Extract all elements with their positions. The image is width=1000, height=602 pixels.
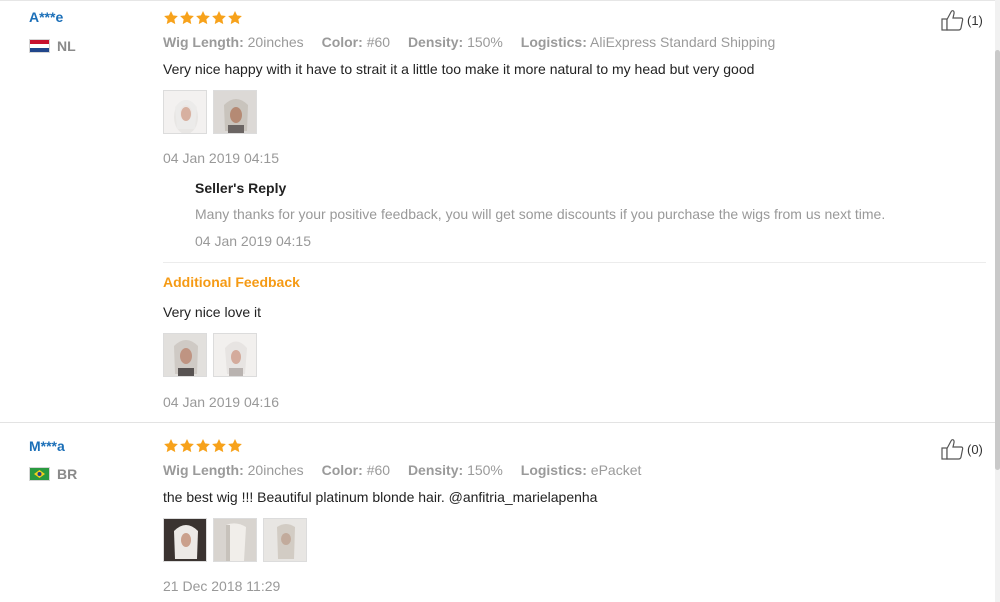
divider [163, 262, 986, 263]
top-divider [0, 0, 995, 1]
star-icon [164, 439, 178, 453]
star-icon [212, 439, 226, 453]
star-icon [212, 11, 226, 25]
helpful-button[interactable]: (1) [941, 9, 983, 31]
star-icon [196, 439, 210, 453]
review-photo-thumbnail[interactable] [213, 90, 257, 134]
attr-label: Color: [321, 462, 363, 478]
thumbs-up-icon [941, 10, 964, 31]
attr-label: Wig Length: [163, 462, 244, 478]
thumbs-up-icon [941, 439, 964, 460]
star-icon [196, 11, 210, 25]
star-icon [180, 439, 194, 453]
seller-reply-heading: Seller's Reply [195, 180, 287, 196]
review-divider [0, 422, 995, 423]
helpful-button[interactable]: (0) [941, 438, 983, 460]
review-date: 21 Dec 2018 11:29 [163, 578, 281, 594]
attr-value: ePacket [590, 462, 642, 478]
helpful-count: (0) [967, 441, 983, 457]
review-photo-thumbnail[interactable] [163, 90, 207, 134]
review-photo-thumbnail[interactable] [213, 518, 257, 562]
additional-feedback-heading: Additional Feedback [163, 274, 300, 290]
review-photos [163, 90, 263, 134]
star-rating [163, 10, 243, 27]
review-text: Very nice happy with it have to strait i… [163, 61, 755, 77]
attr-value: 20inches [247, 462, 304, 478]
additional-feedback-text: Very nice love it [163, 304, 262, 320]
attr-value: #60 [366, 34, 391, 50]
attr-label: Color: [321, 34, 363, 50]
star-icon [228, 439, 242, 453]
attr-label: Density: [407, 462, 464, 478]
attr-label: Logistics: [520, 34, 587, 50]
star-icon [164, 11, 178, 25]
attr-value: AliExpress Standard Shipping [590, 34, 776, 50]
star-icon [180, 11, 194, 25]
seller-reply-date: 04 Jan 2019 04:15 [195, 233, 311, 249]
helpful-count: (1) [967, 12, 983, 28]
attr-label: Logistics: [520, 462, 587, 478]
additional-feedback-photos [163, 333, 263, 377]
netherlands-flag-icon [29, 39, 50, 53]
brazil-flag-icon [29, 467, 50, 481]
seller-reply-text: Many thanks for your positive feedback, … [195, 206, 886, 222]
order-attributes: Wig Length: 20inches Color: #60 Density:… [163, 462, 655, 478]
attr-label: Density: [407, 34, 464, 50]
star-icon [228, 11, 242, 25]
order-attributes: Wig Length: 20inches Color: #60 Density:… [163, 34, 789, 50]
review-photos [163, 518, 313, 562]
reviewer-name[interactable]: M***a [29, 438, 65, 454]
review-date: 04 Jan 2019 04:15 [163, 150, 279, 166]
review-text: the best wig !!! Beautiful platinum blon… [163, 489, 598, 505]
attr-value: #60 [366, 462, 391, 478]
attr-value: 150% [467, 34, 503, 50]
attr-label: Wig Length: [163, 34, 244, 50]
reviewer-name[interactable]: A***e [29, 9, 63, 25]
attr-value: 150% [467, 462, 503, 478]
star-rating [163, 438, 243, 455]
attr-value: 20inches [247, 34, 304, 50]
additional-feedback-date: 04 Jan 2019 04:16 [163, 394, 279, 410]
reviewer-country: BR [57, 466, 78, 482]
review-photo-thumbnail[interactable] [263, 518, 307, 562]
reviewer-country: NL [57, 38, 76, 54]
review-photo-thumbnail[interactable] [163, 518, 207, 562]
review-photo-thumbnail[interactable] [163, 333, 207, 377]
scrollbar-thumb[interactable] [995, 50, 1000, 470]
review-photo-thumbnail[interactable] [213, 333, 257, 377]
